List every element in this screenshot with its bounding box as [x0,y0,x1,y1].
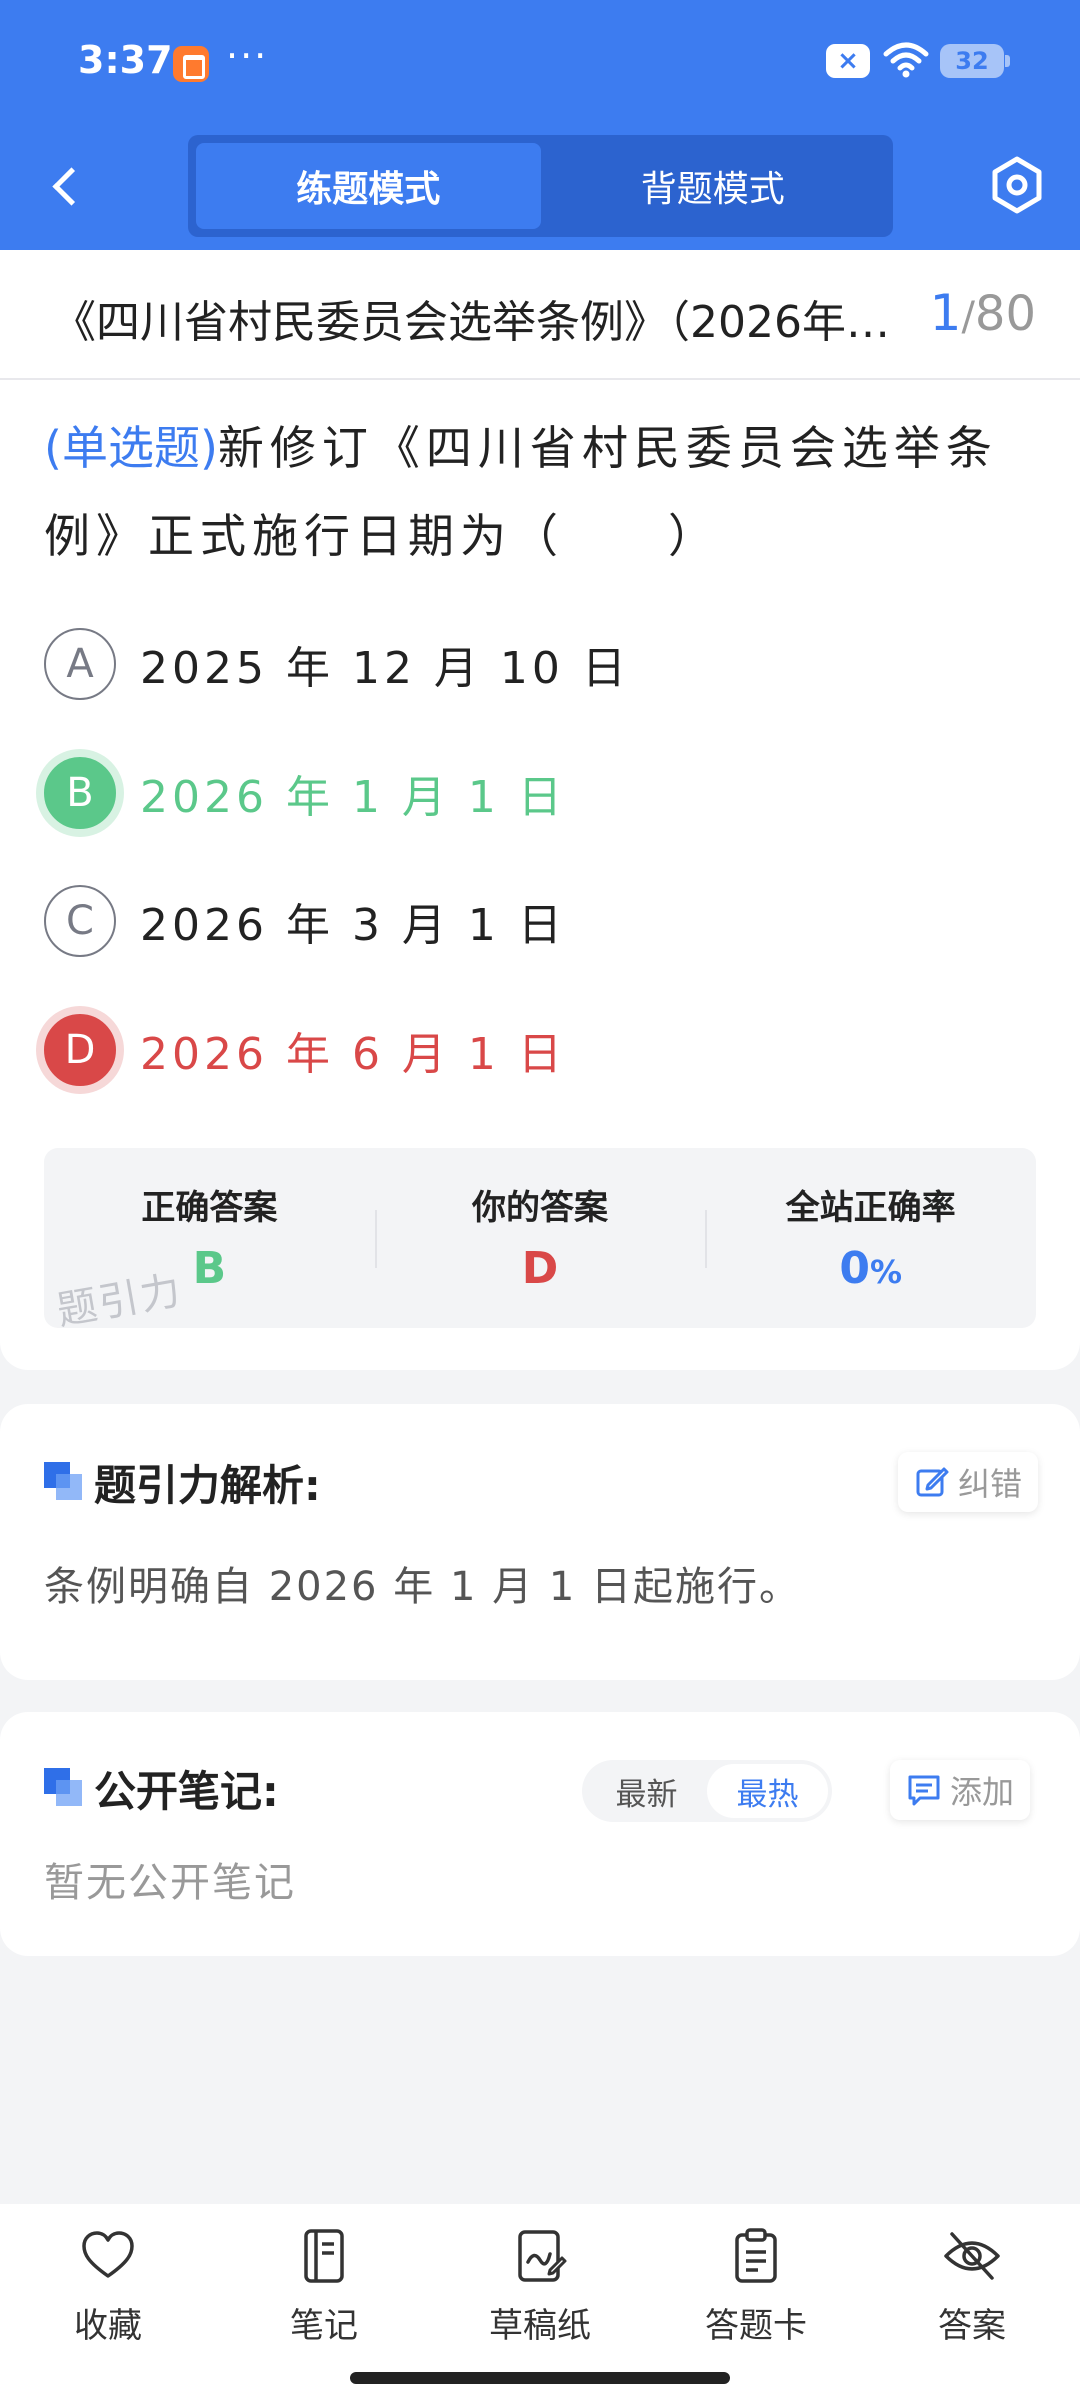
notes-empty-text: 暂无公开笔记 [44,1860,296,1906]
nav-label: 答题卡 [705,2306,807,2346]
top-bar: 3:37 ··· × 32 练题模式 背题模式 [0,0,1080,250]
option-a[interactable]: A 2025 年 12 月 10 日 [44,624,630,704]
section-square-icon [44,1768,84,1808]
add-note-button[interactable]: 添加 [890,1760,1031,1820]
counter-separator: / [961,294,975,340]
exam-title-bar: 《四川省村民委员会选举条例》（2026年1月1日起施行） 1/80 [0,250,1080,380]
tab-memorize-mode[interactable]: 背题模式 [541,143,886,229]
sort-hottest[interactable]: 最热 [707,1764,828,1818]
option-letter: C [44,885,116,957]
option-text: 2026 年 6 月 1 日 [140,1029,566,1080]
site-accuracy-number: 0 [839,1243,870,1294]
home-indicator[interactable] [350,2372,730,2384]
nav-label: 草稿纸 [489,2306,591,2346]
report-error-button[interactable]: 纠错 [898,1452,1039,1512]
mode-switch: 练题模式 背题模式 [188,135,893,237]
status-time: 3:37 [78,38,173,82]
notebook-icon [304,2229,344,2283]
option-text: 2026 年 1 月 1 日 [140,772,566,823]
total-question-count: 80 [974,286,1036,342]
nav-label: 笔记 [290,2306,358,2346]
correct-answer-value: B [192,1243,227,1294]
comment-icon [908,1775,940,1806]
option-letter: D [44,1014,116,1086]
nav-label: 收藏 [74,2306,142,2346]
your-answer-col: 你的答案 D [374,1148,706,1328]
option-c[interactable]: C 2026 年 3 月 1 日 [44,881,566,961]
heart-icon [82,2231,134,2278]
sort-newest[interactable]: 最新 [586,1764,707,1818]
question-card: (单选题)新修订《四川省村民委员会选举条例》正式施行日期为（ ） A 2025 … [0,380,1080,1370]
nav-label: 答案 [938,2306,1006,2346]
add-note-label: 添加 [950,1773,1015,1811]
question-stem: (单选题)新修订《四川省村民委员会选举条例》正式施行日期为（ ） [44,404,1044,580]
settings-icon[interactable] [985,153,1049,217]
public-notes-title: 公开笔记: [94,1767,279,1816]
nav-answer-sheet[interactable]: 答题卡 [648,2204,864,2400]
site-accuracy-label: 全站正确率 [785,1188,956,1228]
option-text: 2026 年 3 月 1 日 [140,900,566,951]
notes-sort-toggle: 最新 最热 [582,1760,832,1822]
your-answer-label: 你的答案 [472,1188,608,1228]
app-header: 练题模式 背题模式 [0,125,1080,250]
site-accuracy-value: 0% [839,1243,902,1294]
analysis-title: 题引力解析: [94,1461,321,1510]
back-button[interactable] [40,155,100,219]
nav-answer-toggle[interactable]: 答案 [864,2204,1080,2400]
option-b[interactable]: B 2026 年 1 月 1 日 [44,753,566,833]
exam-title: 《四川省村民委员会选举条例》（2026年1月1日起施行） [52,297,912,348]
answer-result-panel: 正确答案 B 你的答案 D 全站正确率 0% [44,1148,1036,1328]
edit-icon [916,1467,949,1497]
draft-paper-icon [518,2230,567,2282]
sim-off-icon: × [826,44,870,78]
current-question-number: 1 [929,284,962,342]
correct-answer-label: 正确答案 [141,1188,278,1228]
option-letter: B [44,757,116,829]
tab-practice-mode[interactable]: 练题模式 [196,143,541,229]
wifi-icon [883,42,929,78]
option-text: 2025 年 12 月 10 日 [140,643,630,694]
analysis-card: 题引力解析: 纠错 条例明确自 2026 年 1 月 1 日起施行。 [0,1404,1080,1680]
your-answer-value: D [521,1243,559,1294]
analysis-text: 条例明确自 2026 年 1 月 1 日起施行。 [44,1564,801,1610]
eye-off-icon [944,2232,1000,2280]
app-notification-icon [173,46,209,82]
nav-favorite[interactable]: 收藏 [0,2204,216,2400]
public-notes-card: 公开笔记: 最新 最热 添加 暂无公开笔记 [0,1712,1080,1956]
more-notifications-icon: ··· [226,34,269,78]
section-square-icon [44,1462,84,1502]
nav-notes[interactable]: 笔记 [216,2204,432,2400]
nav-draft-paper[interactable]: 草稿纸 [432,2204,648,2400]
option-letter: A [44,628,116,700]
site-accuracy-unit: % [869,1253,903,1291]
question-type: (单选题) [44,421,218,475]
status-bar: 3:37 ··· × 32 [0,0,1080,125]
answer-sheet-icon [735,2228,777,2283]
report-error-label: 纠错 [958,1465,1023,1503]
battery-indicator: 32 [940,44,1010,78]
option-d[interactable]: D 2026 年 6 月 1 日 [44,1010,566,1090]
question-counter[interactable]: 1/80 [930,284,1036,342]
bottom-nav: 收藏 笔记 草稿纸 答题卡 答案 [0,2204,1080,2400]
site-accuracy-col: 全站正确率 0% [705,1148,1036,1328]
